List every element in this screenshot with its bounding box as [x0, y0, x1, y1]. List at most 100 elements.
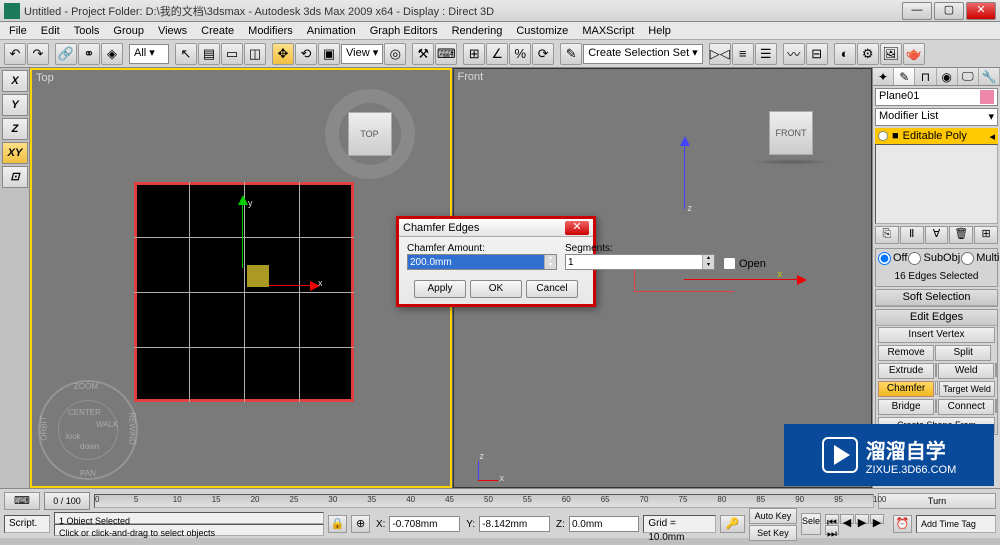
sel-off-radio[interactable]: Off	[878, 250, 907, 266]
menu-file[interactable]: File	[4, 25, 32, 37]
keymode-icon[interactable]: ⌨	[435, 43, 457, 65]
axis-more-icon[interactable]: ⊡	[2, 166, 28, 188]
object-name-field[interactable]: Plane01	[875, 88, 998, 106]
modifier-stack[interactable]	[875, 144, 998, 224]
goto-start-icon[interactable]: ⏮	[825, 514, 839, 524]
soft-selection-rollout[interactable]: Soft Selection	[876, 290, 997, 306]
unlink-icon[interactable]: ⚭	[78, 43, 100, 65]
snap-icon[interactable]: ⊞	[463, 43, 485, 65]
menu-edit[interactable]: Edit	[36, 25, 65, 37]
menu-maxscript[interactable]: MAXScript	[577, 25, 639, 37]
extrude-settings-icon[interactable]	[935, 363, 937, 377]
maximize-button[interactable]: ▢	[934, 2, 964, 20]
select-move-icon[interactable]: ✥	[272, 43, 294, 65]
hierarchy-tab-icon[interactable]: ⊓	[915, 68, 936, 85]
render-frame-icon[interactable]: 🖼	[880, 43, 902, 65]
menu-views[interactable]: Views	[153, 25, 192, 37]
curve-editor-icon[interactable]: 〰	[783, 43, 805, 65]
viewcube-top[interactable]: TOP	[320, 84, 420, 184]
time-config-icon[interactable]: ⏰	[893, 515, 912, 533]
motion-tab-icon[interactable]: ◉	[937, 68, 958, 85]
modifier-editable-poly[interactable]: ■ Editable Poly ◂	[875, 128, 998, 144]
script-label[interactable]: Script.	[4, 515, 50, 533]
pivot-icon[interactable]: ◎	[384, 43, 406, 65]
menu-modifiers[interactable]: Modifiers	[243, 25, 298, 37]
axis-y-button[interactable]: Y	[2, 94, 28, 116]
time-slider[interactable]: 0 / 100	[44, 492, 90, 510]
dialog-close-button[interactable]: ✕	[565, 221, 589, 235]
create-tab-icon[interactable]: ✦	[873, 68, 894, 85]
weld-settings-icon[interactable]	[995, 363, 997, 377]
schematic-icon[interactable]: ⊟	[806, 43, 828, 65]
menu-tools[interactable]: Tools	[69, 25, 105, 37]
bind-icon[interactable]: ◈	[101, 43, 123, 65]
chamfer-button[interactable]: Chamfer	[878, 381, 934, 397]
manipulate-icon[interactable]: ⚒	[412, 43, 434, 65]
ok-button[interactable]: OK	[470, 280, 522, 298]
show-result-icon[interactable]: Ⅱ	[900, 226, 924, 244]
maxscript-mini-icon[interactable]: ⌨	[4, 492, 40, 510]
menu-rendering[interactable]: Rendering	[447, 25, 508, 37]
menu-group[interactable]: Group	[108, 25, 149, 37]
configure-icon[interactable]: ⊞	[974, 226, 998, 244]
redo-icon[interactable]: ↷	[27, 43, 49, 65]
key-filters[interactable]: Sele	[801, 513, 821, 535]
material-icon[interactable]: ◐	[834, 43, 856, 65]
prev-frame-icon[interactable]: ◀	[840, 514, 854, 524]
add-time-tag[interactable]: Add Time Tag	[916, 515, 996, 533]
apply-button[interactable]: Apply	[414, 280, 466, 298]
menu-animation[interactable]: Animation	[302, 25, 361, 37]
bridge-settings-icon[interactable]	[935, 399, 937, 413]
menu-customize[interactable]: Customize	[511, 25, 573, 37]
play-icon[interactable]: ▶	[855, 514, 869, 524]
key-icon[interactable]: 🔑	[720, 515, 745, 533]
coord-mode-icon[interactable]: ⊕	[351, 515, 370, 533]
mirror-icon[interactable]: ▷◁	[709, 43, 731, 65]
window-crossing-icon[interactable]: ◫	[244, 43, 266, 65]
steering-wheel[interactable]: ZOOM PAN ORBIT REWIND CENTER WALK look d…	[38, 380, 138, 480]
axis-z-button[interactable]: Z	[2, 118, 28, 140]
object-color-swatch[interactable]	[980, 90, 994, 104]
z-coord-input[interactable]: 0.0mm	[569, 516, 639, 532]
chamfer-settings-icon[interactable]	[935, 381, 938, 395]
close-button[interactable]: ✕	[966, 2, 996, 20]
remove-mod-icon[interactable]: 🗑	[949, 226, 973, 244]
edit-edges-rollout[interactable]: Edit Edges	[876, 310, 997, 326]
selection-filter[interactable]: All ▾	[129, 44, 169, 64]
percent-snap-icon[interactable]: %	[509, 43, 531, 65]
modifier-list-dropdown[interactable]: Modifier List▾	[875, 108, 998, 126]
segments-input[interactable]: ▴▾	[565, 254, 715, 270]
angle-snap-icon[interactable]: ∠	[486, 43, 508, 65]
modify-tab-icon[interactable]: ✎	[894, 68, 915, 85]
bridge-button[interactable]: Bridge	[878, 399, 934, 415]
setkey-button[interactable]: Set Key	[749, 525, 797, 541]
plane-object[interactable]	[134, 182, 354, 402]
lock-icon[interactable]: 🔒	[328, 515, 347, 533]
quick-render-icon[interactable]: 🫖	[903, 43, 925, 65]
pin-stack-icon[interactable]: ⎘	[875, 226, 899, 244]
select-rect-icon[interactable]: ▭	[221, 43, 243, 65]
named-sel-dropdown[interactable]: Create Selection Set ▾	[583, 44, 702, 64]
open-checkbox[interactable]: Open	[723, 257, 766, 270]
axis-xy-button[interactable]: XY	[2, 142, 28, 164]
sel-subobj-radio[interactable]: SubObj	[908, 250, 960, 266]
sel-multi-radio[interactable]: Multi	[961, 250, 999, 266]
render-setup-icon[interactable]: ⚙	[857, 43, 879, 65]
display-tab-icon[interactable]: 🖵	[958, 68, 979, 85]
connect-settings-icon[interactable]	[995, 399, 997, 413]
select-icon[interactable]: ↖	[175, 43, 197, 65]
next-frame-icon[interactable]: ▶	[870, 514, 884, 524]
gizmo-xy-plane[interactable]	[247, 265, 269, 287]
connect-button[interactable]: Connect	[938, 399, 994, 415]
autokey-button[interactable]: Auto Key	[749, 508, 797, 524]
unique-icon[interactable]: ∀	[925, 226, 949, 244]
chamfer-amount-input[interactable]: ▴▾	[407, 254, 557, 270]
named-sel-icon[interactable]: ✎	[560, 43, 582, 65]
weld-button[interactable]: Weld	[938, 363, 994, 379]
viewcube-front[interactable]: FRONT	[741, 83, 841, 183]
menu-create[interactable]: Create	[196, 25, 239, 37]
menu-help[interactable]: Help	[643, 25, 676, 37]
target-weld-button[interactable]: Target Weld	[939, 381, 995, 397]
spinner-snap-icon[interactable]: ⟳	[532, 43, 554, 65]
select-rotate-icon[interactable]: ⟲	[295, 43, 317, 65]
